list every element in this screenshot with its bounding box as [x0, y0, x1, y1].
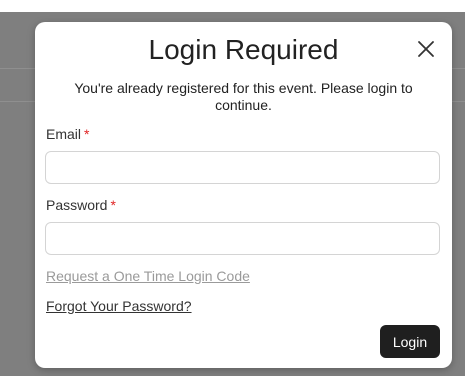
required-marker: *: [84, 126, 90, 142]
password-label: Password *: [46, 196, 116, 214]
required-marker: *: [110, 197, 116, 213]
password-label-text: Password: [46, 197, 108, 213]
close-icon: [418, 41, 434, 57]
email-field[interactable]: [45, 151, 440, 184]
login-modal: Login Required You're already registered…: [35, 22, 452, 368]
close-button[interactable]: [415, 38, 437, 60]
page-top-strip: [0, 0, 465, 12]
forgot-password-link[interactable]: Forgot Your Password?: [46, 297, 192, 315]
password-field[interactable]: [45, 222, 440, 255]
email-label: Email *: [46, 125, 89, 143]
modal-title: Login Required: [148, 34, 339, 65]
email-label-text: Email: [46, 126, 82, 142]
login-button[interactable]: Login: [380, 325, 440, 358]
modal-description: You're already registered for this event…: [74, 80, 413, 113]
request-otp-link[interactable]: Request a One Time Login Code: [46, 267, 250, 285]
